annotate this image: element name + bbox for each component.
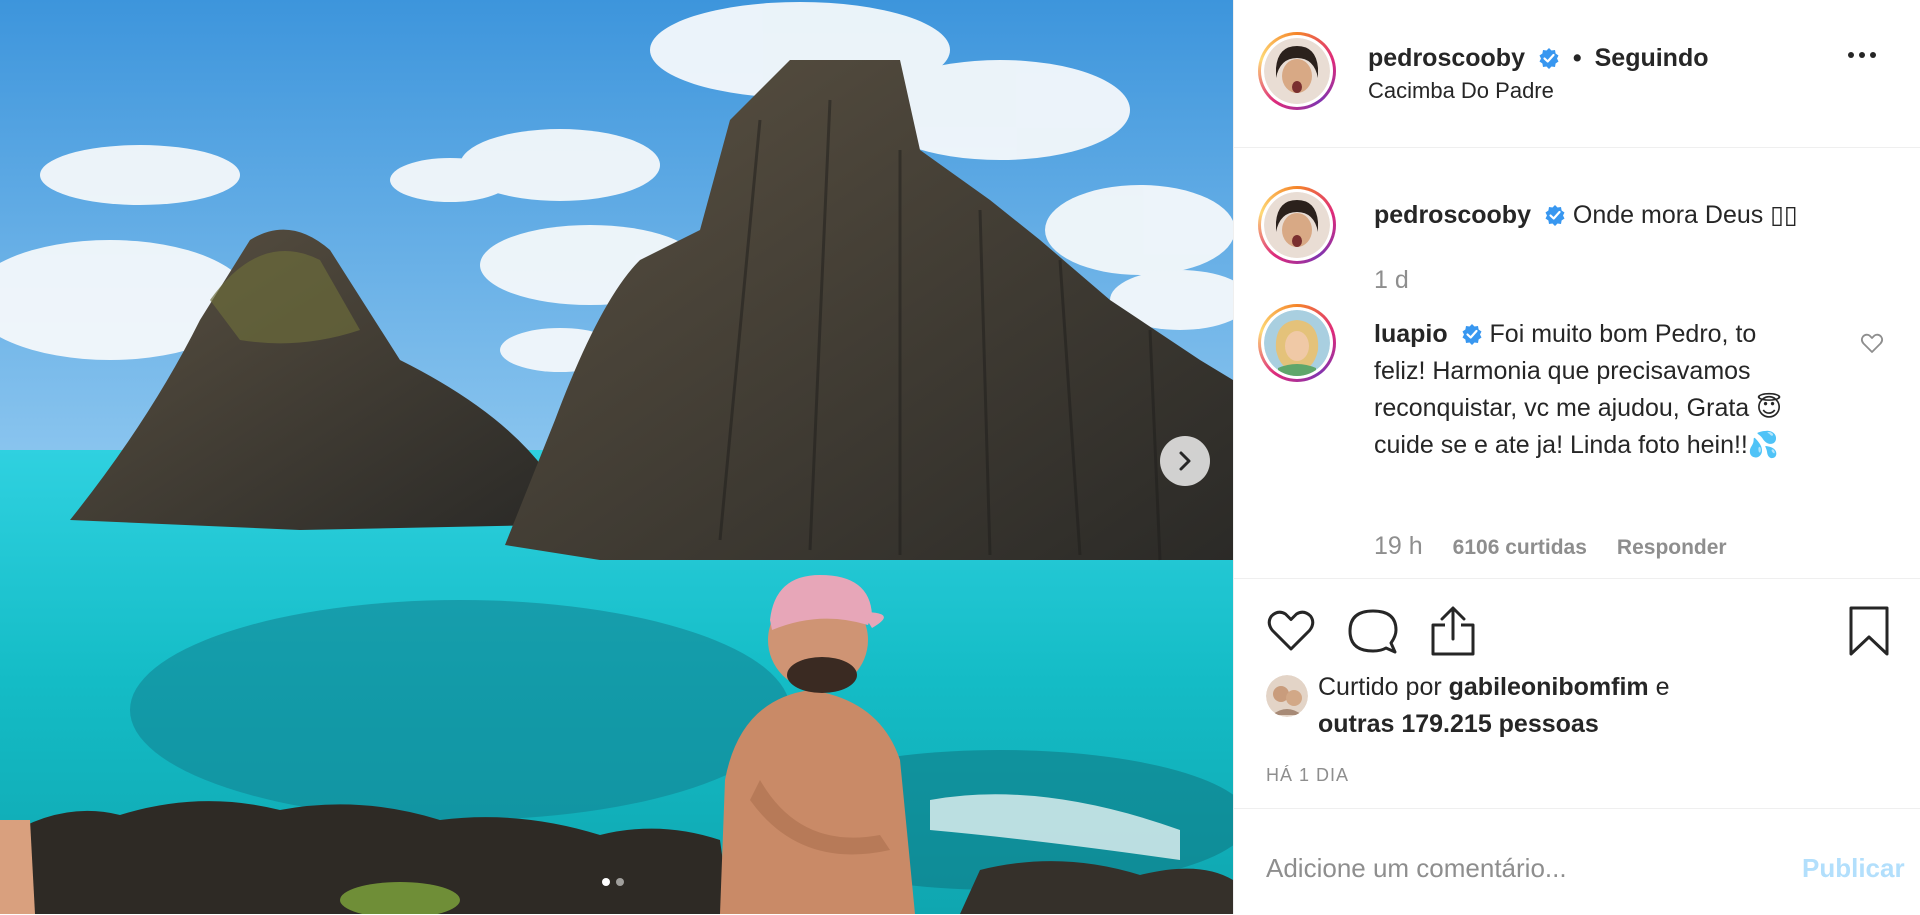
verified-badge-icon bbox=[1539, 48, 1559, 69]
caption-username[interactable]: pedroscooby bbox=[1374, 201, 1531, 229]
verified-badge-icon bbox=[1545, 205, 1565, 226]
carousel-next-button[interactable] bbox=[1160, 436, 1210, 486]
bookmark-icon[interactable] bbox=[1848, 605, 1890, 657]
author-avatar bbox=[1264, 38, 1330, 104]
liked-by: Curtido por gabileonibomfim e outras 179… bbox=[1266, 673, 1669, 743]
caption-avatar bbox=[1264, 192, 1330, 258]
heart-icon[interactable] bbox=[1266, 607, 1316, 653]
liked-by-connector: e bbox=[1655, 673, 1670, 701]
liker-avatar[interactable] bbox=[1266, 675, 1308, 717]
comment-meta: 19 h 6106 curtidas Responder bbox=[1374, 532, 1727, 561]
instagram-post: pedroscooby • Seguindo Cacimba Do Padre bbox=[0, 0, 1920, 914]
verified-badge-icon bbox=[1462, 324, 1482, 345]
comment-input[interactable]: Adicione um comentário... bbox=[1266, 853, 1567, 884]
caption-text-line: pedroscooby Onde mora Deus ▯▯ bbox=[1374, 200, 1798, 230]
photo-scene bbox=[0, 0, 1233, 914]
post-date[interactable]: HÁ 1 DIA bbox=[1266, 765, 1349, 786]
caption-avatar-ring[interactable] bbox=[1258, 186, 1336, 264]
carousel-dot bbox=[616, 878, 624, 886]
liked-by-user[interactable]: gabileonibomfim bbox=[1449, 673, 1649, 701]
comment-likes[interactable]: 6106 curtidas bbox=[1453, 536, 1587, 560]
post-location[interactable]: Cacimba Do Padre bbox=[1368, 78, 1554, 104]
liked-by-others[interactable]: outras 179.215 pessoas bbox=[1318, 710, 1599, 738]
caption-text: Onde mora Deus ▯▯ bbox=[1572, 201, 1798, 229]
chevron-right-icon bbox=[1179, 451, 1191, 471]
comment-time[interactable]: 19 h bbox=[1374, 532, 1423, 561]
add-comment-bar: Adicione um comentário... Publicar bbox=[1234, 808, 1920, 915]
author-username[interactable]: pedroscooby bbox=[1368, 44, 1525, 72]
commenter-avatar-ring[interactable] bbox=[1258, 304, 1336, 382]
post-photo[interactable] bbox=[0, 0, 1233, 914]
share-icon[interactable] bbox=[1430, 605, 1476, 657]
header-name-line: pedroscooby • Seguindo bbox=[1368, 44, 1709, 73]
liked-by-text: Curtido por gabileonibomfim e outras 179… bbox=[1318, 669, 1669, 743]
header-separator: • bbox=[1572, 44, 1582, 72]
more-dot bbox=[1848, 52, 1854, 58]
more-dot bbox=[1859, 52, 1865, 58]
commenter-avatar bbox=[1264, 310, 1330, 376]
liked-by-prefix: Curtido por bbox=[1318, 673, 1442, 701]
following-button[interactable]: Seguindo bbox=[1595, 44, 1709, 72]
more-options-icon[interactable] bbox=[1848, 52, 1876, 58]
caption-time[interactable]: 1 d bbox=[1374, 266, 1409, 295]
comment-body: luapio Foi muito bom Pedro, to feliz! Ha… bbox=[1374, 316, 1814, 464]
post-sidebar: pedroscooby • Seguindo Cacimba Do Padre bbox=[1233, 0, 1920, 914]
more-dot bbox=[1870, 52, 1876, 58]
comment-like-heart-icon[interactable] bbox=[1860, 332, 1884, 354]
reply-button[interactable]: Responder bbox=[1617, 536, 1727, 560]
carousel-dot-active bbox=[602, 878, 610, 886]
publish-button[interactable]: Publicar bbox=[1802, 853, 1905, 884]
post-actions: Curtido por gabileonibomfim e outras 179… bbox=[1234, 578, 1920, 809]
comment-icon[interactable] bbox=[1348, 607, 1398, 655]
author-avatar-ring[interactable] bbox=[1258, 32, 1336, 110]
carousel-indicator bbox=[602, 878, 624, 886]
comment-username[interactable]: luapio bbox=[1374, 320, 1448, 348]
post-header: pedroscooby • Seguindo Cacimba Do Padre bbox=[1234, 0, 1920, 148]
